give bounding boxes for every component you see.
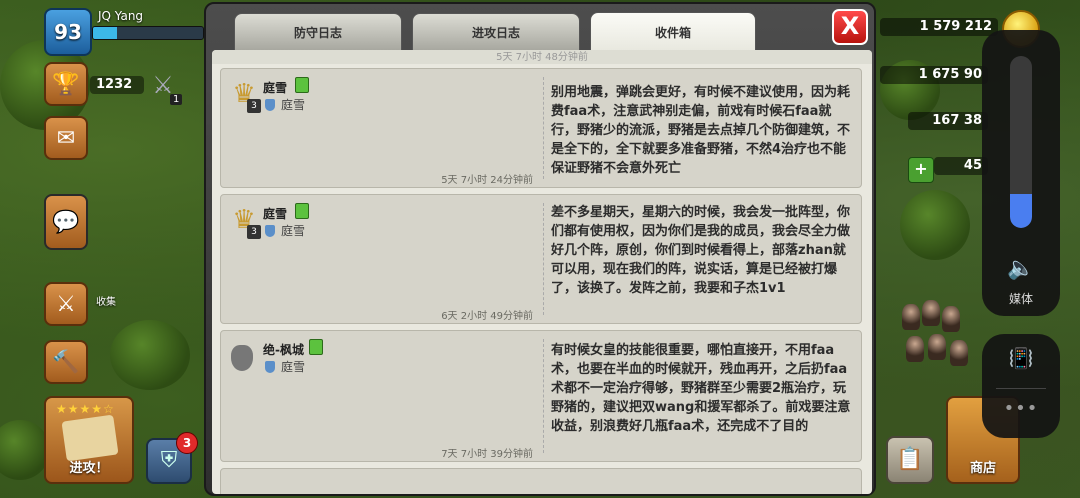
message-card[interactable]: ♛ 3 庭雪 庭雪 6天 2小时 49分钟前 差不多星期天，星期六的时候，我会发… [220, 194, 862, 324]
player-name: JQ Yang [98, 9, 144, 23]
speaker-icon[interactable]: 🔈 [982, 256, 1060, 281]
message-time: 7天 7小时 39分钟前 [441, 449, 533, 460]
profile-tag-icon [295, 77, 309, 93]
message-card[interactable]: ♛ 3 庭雪 庭雪 5天 7小时 24分钟前 别用地震，弹跳会更好，有时候不建议… [220, 68, 862, 188]
message-time: 6天 2小时 49分钟前 [441, 311, 533, 322]
collect-label: 收集 [96, 297, 116, 308]
profile-tag-icon [309, 339, 323, 355]
clipboard-icon: 📋 [896, 447, 924, 472]
divider [543, 77, 544, 179]
message-list[interactable]: 5天 7小时 48分钟前 ♛ 3 庭雪 庭雪 5天 7小时 24分钟前 别用地震… [212, 50, 872, 494]
message-time: 5天 7小时 24分钟前 [441, 175, 533, 186]
trophy-icon: 🏆 [52, 71, 80, 97]
tree [900, 190, 970, 260]
sender-name[interactable]: 庭雪 [263, 79, 287, 96]
hammer-icon: 🔨 [52, 349, 80, 375]
message-text: 别用地震，弹跳会更好，有时候不建议使用，因为耗费faa术，注意武神别走偏，前戏有… [551, 85, 851, 176]
gold-counter: 1 579 212 [880, 18, 998, 36]
volume-panel: 🔈 媒体 [982, 30, 1060, 316]
unit [942, 306, 960, 332]
league-number: 1 [170, 94, 183, 105]
attack-label: 进攻！ [69, 461, 109, 476]
close-button[interactable]: X [832, 9, 868, 45]
map-icon [61, 414, 119, 462]
sender-name[interactable]: 绝-枫城 [263, 341, 304, 358]
volume-slider[interactable] [1010, 56, 1032, 228]
message-card-partial[interactable] [220, 468, 862, 494]
envelope-icon: ✉ [56, 125, 76, 151]
volume-slider-fill [1010, 193, 1032, 228]
xp-bar [92, 26, 204, 40]
level-badge[interactable]: 93 [44, 8, 92, 56]
add-gems-button[interactable]: + [908, 157, 934, 183]
notes-button[interactable]: 📋 [886, 436, 934, 484]
gems-counter: 45 [934, 157, 988, 175]
chat-button[interactable]: 💬 [44, 194, 88, 250]
clan-name: 庭雪 [281, 360, 306, 374]
tab-label: 收件箱 [654, 25, 691, 40]
crossed-swords-icon: ⚔ [56, 291, 76, 317]
clan-name: 庭雪 [281, 98, 306, 112]
unit [950, 340, 968, 366]
chat-bubble-icon: 💬 [52, 209, 80, 235]
previous-message-time: 5天 7小时 48分钟前 [496, 52, 588, 63]
previous-message-edge: 5天 7小时 48分钟前 [212, 50, 872, 64]
clan-badge-icon [265, 225, 275, 237]
ringer-panel: 📳 ••• [982, 334, 1060, 438]
inbox-dialog: 防守日志 进攻日志 收件箱 X 5天 7小时 48分钟前 ♛ 3 庭雪 庭雪 5… [204, 2, 876, 496]
divider [543, 203, 544, 315]
clan-badge-icon [265, 99, 275, 111]
notification-badge: 3 [176, 432, 198, 454]
tab-attack-log[interactable]: 进攻日志 [412, 13, 580, 51]
sender-level: 3 [247, 225, 261, 239]
profile-tag-icon [295, 203, 309, 219]
builder-button[interactable]: 🔨 [44, 340, 88, 384]
divider [543, 339, 544, 453]
attack-button[interactable]: ★★★★☆ 进攻！ [44, 396, 134, 484]
close-icon: X [840, 12, 860, 40]
shield-icon: ⛨ [160, 448, 178, 473]
sender-name[interactable]: 庭雪 [263, 205, 287, 222]
unit [902, 304, 920, 330]
unit [906, 336, 924, 362]
more-options-icon[interactable]: ••• [982, 398, 1060, 419]
unit [922, 300, 940, 326]
elixir-counter: 1 675 90 [880, 66, 988, 84]
volume-label: 媒体 [1008, 292, 1033, 306]
message-text: 有时候女皇的技能很重要，哪怕直接开，不用faa术，也要在半血的时候就开，残血再开… [551, 343, 851, 434]
tab-label: 防守日志 [293, 25, 342, 40]
mail-button[interactable]: ✉ [44, 116, 88, 160]
tree [110, 320, 190, 390]
divider [996, 388, 1046, 389]
xp-bar-fill [93, 27, 118, 39]
army-units [896, 300, 986, 390]
unranked-shield-icon [231, 345, 253, 371]
level-number: 93 [54, 20, 82, 44]
sender-level: 3 [247, 99, 261, 113]
vibrate-icon[interactable]: 📳 [982, 346, 1060, 370]
shop-label: 商店 [969, 461, 996, 476]
clan-war-button[interactable]: ⚔ [44, 282, 88, 326]
tab-label: 进攻日志 [471, 25, 520, 40]
message-card[interactable]: 绝-枫城 庭雪 7天 7小时 39分钟前 有时候女皇的技能很重要，哪怕直接开，不… [220, 330, 862, 462]
dark-elixir-counter: 167 38 [908, 112, 988, 130]
unit [928, 334, 946, 360]
tab-inbox[interactable]: 收件箱 [590, 12, 756, 52]
trophy-button[interactable]: 🏆 [44, 62, 88, 106]
tab-defense-log[interactable]: 防守日志 [234, 13, 402, 51]
attack-stars: ★★★★☆ [56, 402, 115, 416]
message-text: 差不多星期天，星期六的时候，我会发一批阵型，你们都有使用权，因为你们是我的成员，… [551, 205, 851, 296]
trophy-count: 1232 [90, 76, 144, 94]
clan-badge-icon [265, 361, 275, 373]
clan-name: 庭雪 [281, 224, 306, 238]
